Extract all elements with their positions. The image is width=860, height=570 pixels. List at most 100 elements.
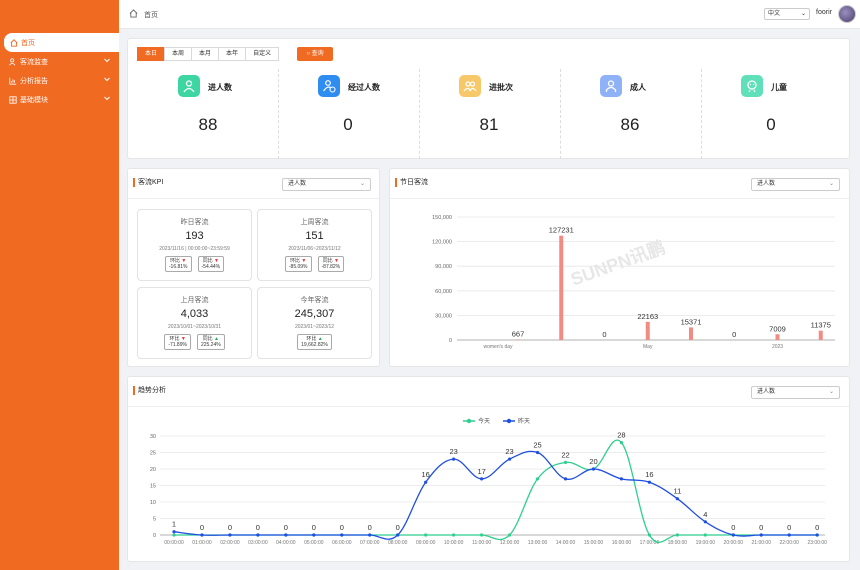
chevron-down-icon: ⌄	[359, 181, 365, 187]
kpi-metric-select[interactable]: 进人数 ⌄	[282, 178, 371, 191]
users-icon	[9, 57, 17, 66]
data-point	[731, 533, 735, 537]
data-point	[284, 533, 288, 537]
data-label: 0	[284, 523, 288, 532]
x-tick-label: 2023	[772, 344, 783, 350]
kpi-badge-mom: 环比 ▼ -71.89%	[164, 334, 191, 350]
stat-value: 88	[198, 115, 218, 134]
sidebar-item-modules[interactable]: 基础模块	[0, 90, 119, 109]
sidebar-item-label: 分析报告	[20, 77, 48, 85]
data-label: 0	[731, 523, 735, 532]
data-point	[703, 533, 707, 537]
breadcrumb: 首页	[129, 9, 158, 20]
x-tick-label: 07:00:00	[360, 540, 380, 546]
data-point	[535, 477, 540, 481]
data-point	[815, 533, 819, 537]
clock-person-icon	[318, 75, 340, 97]
tab-month[interactable]: 本月	[191, 47, 220, 61]
tab-week[interactable]: 本周	[164, 47, 193, 61]
data-label: 11	[673, 487, 681, 496]
data-point	[368, 533, 372, 537]
x-tick-label: 14:00:00	[556, 540, 576, 546]
data-label: 4	[703, 510, 707, 519]
x-tick-label: 12:00:00	[500, 540, 520, 546]
bar-value-label: 0	[732, 330, 736, 339]
language-select[interactable]: 中文 ⌄	[764, 8, 810, 20]
data-point	[396, 533, 400, 537]
y-tick-label: 120,000	[432, 240, 452, 246]
data-label: 0	[815, 523, 819, 532]
kpi-value: 193	[185, 230, 204, 242]
bar-value-label: 667	[512, 329, 525, 338]
x-tick-label: 15:00:00	[584, 540, 604, 546]
bar	[645, 321, 650, 340]
query-button[interactable]: ○ 查询	[297, 47, 333, 61]
sidebar-item-label: 基础模块	[20, 96, 48, 104]
sidebar-item-home[interactable]: 首页	[4, 33, 119, 52]
y-tick-label: 25	[150, 451, 156, 457]
data-label: 0	[396, 523, 400, 532]
data-label: 22	[561, 450, 569, 459]
x-tick-label: 10:00:00	[444, 540, 464, 546]
summary-panel: 本日 本周 本月 本年 自定义 ○ 查询 进人数 88 经过人数 0 进批次 8…	[127, 38, 850, 159]
data-point	[228, 533, 232, 537]
trend-panel: 趋势分析 进人数 ⌄ 今天 昨天 30 25 20 15 10 5 0 00:00:00 01:00…	[127, 376, 850, 562]
stat-value: 81	[479, 115, 499, 134]
data-point	[787, 533, 791, 537]
data-point	[452, 457, 456, 461]
kpi-card-last-week: 上周客流 151 2023/11/06~2023/11/12 环比 ▼ -85.0…	[257, 209, 372, 281]
x-tick-label: 02:00:00	[220, 540, 240, 546]
stat-value: 0	[343, 115, 353, 134]
sidebar-item-reports[interactable]: 分析报告	[0, 71, 119, 90]
bar	[775, 334, 780, 340]
home-icon[interactable]	[129, 9, 138, 20]
chevron-down-icon: ⌄	[828, 181, 834, 187]
kpi-title: 上月客流	[180, 297, 209, 304]
query-label: 查询	[311, 51, 324, 57]
kpi-value: 4,033	[180, 308, 209, 320]
data-point	[563, 477, 568, 481]
badge-pct: -85.09%	[288, 264, 308, 270]
x-tick-label: 16:00:00	[612, 540, 632, 546]
x-tick-label: 04:00:00	[276, 540, 296, 546]
data-label: 17	[477, 467, 485, 476]
data-point	[340, 533, 344, 537]
x-tick-label: 08:00:00	[388, 540, 408, 546]
data-point	[535, 450, 540, 455]
series-line	[173, 450, 818, 540]
tab-today[interactable]: 本日	[137, 47, 166, 61]
sidebar-item-label: 客流监查	[20, 58, 48, 66]
kpi-card-yesterday: 昨日客流 193 2023/11/16 | 00:00:00~23:59:59 …	[137, 209, 252, 281]
kpi-date: 2023/01~2023/12	[294, 324, 335, 330]
x-tick-label: 03:00:00	[248, 540, 268, 546]
panel-title: 节日客流	[395, 178, 428, 187]
divider	[128, 198, 379, 199]
data-point	[507, 457, 512, 461]
home-icon	[10, 38, 18, 47]
data-label: 0	[256, 523, 260, 532]
tab-year[interactable]: 本年	[218, 47, 247, 61]
data-point	[619, 441, 624, 445]
data-label: 23	[449, 447, 457, 456]
badge-pct: 225.24%	[200, 342, 221, 348]
sidebar-item-traffic[interactable]: 客流监查	[0, 52, 119, 71]
y-tick-label: 150,000	[432, 215, 452, 221]
x-tick-label: 13:00:00	[528, 540, 548, 546]
bar-value-label: 0	[602, 330, 606, 339]
bar	[559, 235, 564, 340]
chevron-down-icon	[104, 58, 110, 65]
stat-label: 儿童	[771, 83, 787, 92]
bar-value-label: 11375	[811, 321, 831, 330]
select-value: 进人数	[288, 181, 307, 187]
trend-metric-select[interactable]: 进人数 ⌄	[751, 386, 840, 399]
username[interactable]: foorir	[816, 9, 832, 16]
data-label: 16	[645, 470, 653, 479]
x-tick-label: 01:00:00	[192, 540, 212, 546]
stat-value: 0	[766, 115, 776, 134]
avatar[interactable]	[838, 5, 856, 23]
x-tick-label: 09:00:00	[416, 540, 436, 546]
x-tick-label: 18:00:00	[668, 540, 688, 546]
holiday-metric-select[interactable]: 进人数 ⌄	[751, 178, 840, 191]
x-tick-label: 17:00:00	[640, 540, 660, 546]
tab-custom[interactable]: 自定义	[245, 47, 280, 61]
